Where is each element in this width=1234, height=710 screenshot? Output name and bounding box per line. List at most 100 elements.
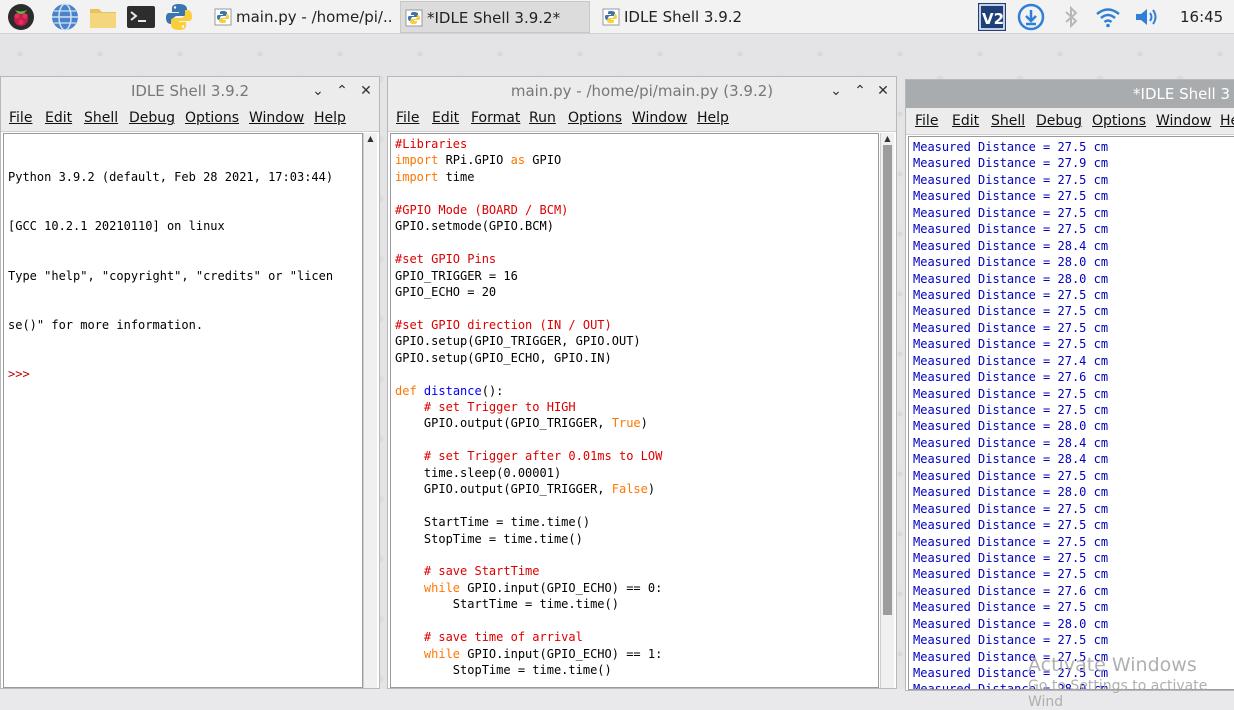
wifi-icon[interactable] [1093, 2, 1123, 32]
task-idle-shell-active[interactable]: *IDLE Shell 3.9.2* [400, 1, 590, 33]
window-titlebar[interactable]: main.py - /home/pi/main.py (3.9.2) ⌄ ⌃ ✕ [388, 77, 896, 106]
code-token: time [438, 169, 475, 184]
menu-shell[interactable]: Shell [991, 108, 1025, 134]
shell-prompt[interactable]: >>> [8, 366, 358, 382]
code-token: GPIO [525, 153, 562, 168]
output-line: Measured Distance = 27.5 cm [913, 518, 1109, 533]
code-line: StopTime = time.time() [395, 531, 874, 547]
code-token: GPIO.input(GPIO_ECHO) == 0: [460, 580, 663, 595]
window-title: *IDLE Shell 3 [1133, 85, 1230, 103]
output-line: Measured Distance = 27.5 cm [913, 386, 1109, 401]
code-token: False [611, 482, 648, 497]
volume-icon[interactable] [1131, 2, 1161, 32]
scroll-thumb[interactable] [883, 145, 892, 615]
minimize-chevron-icon[interactable]: ⌄ [308, 77, 328, 105]
code-line: # set Trigger to HIGH [395, 399, 874, 415]
code-line: GPIO.setup(GPIO_ECHO, GPIO.IN) [395, 350, 874, 366]
task-label: *IDLE Shell 3.9.2* [427, 9, 561, 27]
menu-run[interactable]: Run [529, 105, 556, 131]
vnc-icon[interactable]: V2 [977, 2, 1007, 32]
window-titlebar[interactable]: *IDLE Shell 3 [906, 80, 1234, 109]
terminal-icon[interactable] [126, 2, 156, 32]
menu-edit[interactable]: Edit [432, 105, 459, 131]
shell-output[interactable]: Python 3.9.2 (default, Feb 28 2021, 17:0… [3, 133, 363, 688]
menu-format[interactable]: Format [471, 105, 520, 131]
raspberry-menu-icon[interactable] [6, 2, 36, 32]
window-title: main.py - /home/pi/main.py (3.9.2) [510, 82, 774, 100]
code-line: #set GPIO direction (IN / OUT) [395, 317, 874, 333]
menu-window[interactable]: Window [632, 105, 687, 131]
code-token: while [423, 646, 461, 661]
code-token: #set GPIO Pins [395, 252, 497, 267]
vertical-scrollbar[interactable]: ▲ [363, 133, 377, 688]
code-line: GPIO.setmode(GPIO.BCM) [395, 218, 874, 234]
code-token: StartTime = time.time() [395, 597, 619, 612]
python-icon[interactable] [164, 2, 194, 32]
menu-file[interactable]: File [396, 105, 419, 131]
menu-window[interactable]: Window [1156, 108, 1211, 134]
task-idle-shell[interactable]: IDLE Shell 3.9.2 [598, 1, 768, 33]
clock[interactable]: 16:45 [1180, 0, 1223, 34]
code-line: GPIO.output(GPIO_TRIGGER, True) [395, 415, 874, 431]
output-line: Measured Distance = 27.5 cm [913, 403, 1109, 417]
output-line: Measured Distance = 27.5 cm [913, 140, 1109, 154]
menu-help[interactable]: He [1220, 108, 1234, 134]
code-token: as [510, 153, 526, 168]
bluetooth-icon[interactable] [1056, 2, 1086, 32]
task-label: IDLE Shell 3.9.2 [624, 8, 743, 26]
output-line: Measured Distance = 27.5 cm [913, 172, 1109, 187]
web-browser-icon[interactable] [50, 2, 80, 32]
output-line: Measured Distance = 27.9 cm [913, 156, 1109, 171]
vertical-scrollbar[interactable]: ▲ [880, 133, 894, 688]
code-token: # set Trigger after 0.01ms to LOW [423, 449, 663, 464]
menu-options[interactable]: Options [568, 105, 622, 131]
shell-output[interactable]: Measured Distance = 27.5 cm Measured Dist… [908, 136, 1234, 690]
window-titlebar[interactable]: IDLE Shell 3.9.2 ⌄ ⌃ ✕ [1, 77, 379, 106]
maximize-chevron-icon[interactable]: ⌃ [850, 77, 870, 105]
update-download-icon[interactable] [1016, 2, 1046, 32]
code-token: import [395, 153, 439, 168]
file-manager-icon[interactable] [88, 2, 118, 32]
menu-edit[interactable]: Edit [45, 105, 72, 131]
output-line: Measured Distance = 27.5 cm [913, 205, 1109, 220]
output-line: Measured Distance = 27.6 cm [913, 583, 1109, 598]
code-line: # save time of arrival [395, 629, 874, 645]
code-token: StopTime = time.time() [395, 531, 583, 546]
menu-shell[interactable]: Shell [84, 105, 118, 131]
scroll-up-icon[interactable]: ▲ [881, 133, 894, 145]
menu-file[interactable]: File [915, 108, 938, 134]
menu-edit[interactable]: Edit [952, 108, 979, 134]
output-line: Measured Distance = 27.5 cm [913, 337, 1109, 352]
output-line: Measured Distance = 28.0 cm [913, 419, 1109, 434]
minimize-chevron-icon[interactable]: ⌄ [826, 77, 846, 105]
menu-help[interactable]: Help [314, 105, 346, 131]
output-line: Measured Distance = 27.5 cm [913, 633, 1109, 648]
menu-window[interactable]: Window [249, 105, 304, 131]
code-token: StartTime = time.time() [395, 515, 591, 530]
code-token: RPi.GPIO [438, 153, 511, 168]
code-token: (): [481, 383, 504, 398]
code-editor[interactable]: #Libraries import RPi.GPIO as GPIO import … [390, 133, 879, 688]
code-line: import time [395, 169, 874, 185]
code-token: GPIO.input(GPIO_ECHO) == 1: [460, 646, 663, 661]
menubar: File Edit Shell Debug Options Window He [906, 108, 1234, 135]
menu-help[interactable]: Help [697, 105, 729, 131]
close-icon[interactable]: ✕ [873, 77, 893, 105]
output-line: Measured Distance = 27.5 cm [913, 567, 1109, 582]
scroll-up-icon[interactable]: ▲ [364, 133, 377, 145]
menu-file[interactable]: File [9, 105, 32, 131]
code-line: while GPIO.input(GPIO_ECHO) == 0: [395, 580, 874, 596]
close-icon[interactable]: ✕ [356, 77, 376, 105]
menu-debug[interactable]: Debug [129, 105, 175, 131]
idle-shell-window: IDLE Shell 3.9.2 ⌄ ⌃ ✕ File Edit Shell D… [0, 76, 380, 689]
menu-debug[interactable]: Debug [1036, 108, 1082, 134]
maximize-chevron-icon[interactable]: ⌃ [332, 77, 352, 105]
task-main-py[interactable]: main.py - /home/pi/... [210, 1, 392, 33]
code-token: GPIO.output(GPIO_TRIGGER, [395, 482, 612, 497]
menu-options[interactable]: Options [1092, 108, 1146, 134]
menu-options[interactable]: Options [185, 105, 239, 131]
code-token: while [423, 580, 461, 595]
code-token: # set Trigger to HIGH [423, 400, 576, 414]
shell-line: Type "help", "copyright", "credits" or "… [8, 268, 334, 283]
